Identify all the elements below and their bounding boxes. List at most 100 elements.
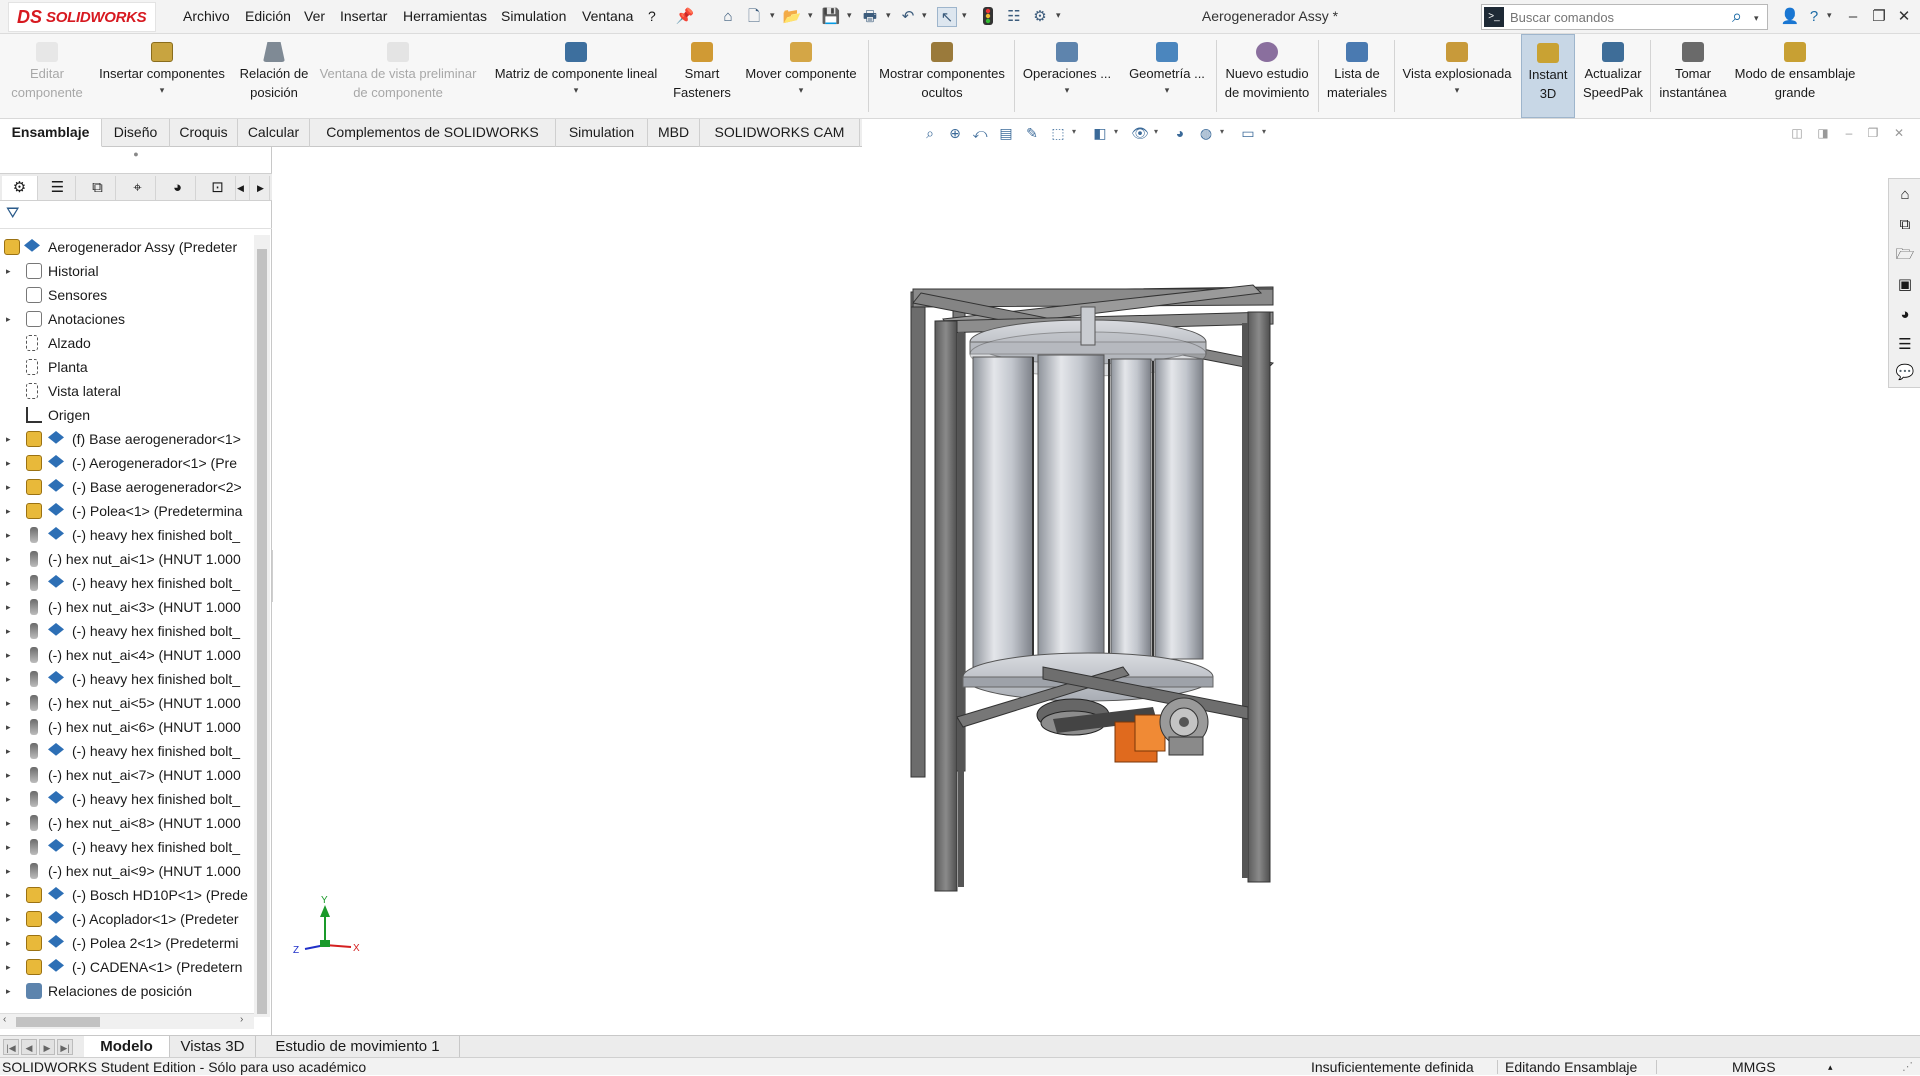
next-tab-icon[interactable]: ▶ — [39, 1039, 55, 1055]
viewport-tile-icon[interactable]: ◨ — [1814, 124, 1832, 142]
tree-item[interactable]: Vista lateral — [0, 379, 254, 403]
tab-mbd[interactable]: MBD — [648, 119, 700, 147]
tree-item[interactable]: ▸ (-) hex nut_ai<3> (HNUT 1.000 — [0, 595, 254, 619]
tree-item[interactable]: ▸ (-) heavy hex finished bolt_ — [0, 619, 254, 643]
units-caret-icon[interactable]: ▴ — [1828, 1058, 1833, 1076]
expand-arrow-icon[interactable]: ▸ — [6, 763, 11, 787]
design-library-icon[interactable]: ⧉ — [1895, 215, 1915, 235]
viewport-collapse-icon[interactable]: ◫ — [1788, 124, 1806, 142]
propertymanager-tab-icon[interactable]: ☰ — [40, 176, 76, 200]
save-icon[interactable]: 💾 — [821, 7, 841, 27]
tree-item[interactable]: Alzado — [0, 331, 254, 355]
tree-filter[interactable]: ⛛ — [0, 201, 272, 229]
units-selector[interactable]: MMGS — [1732, 1058, 1776, 1076]
panel-grip[interactable]: ● — [0, 147, 272, 161]
scroll-right-icon[interactable]: › — [240, 1014, 243, 1025]
expand-arrow-icon[interactable]: ▸ — [6, 595, 11, 619]
scroll-thumb[interactable] — [257, 249, 267, 1014]
close-icon[interactable]: ✕ — [1893, 6, 1915, 28]
tree-item[interactable]: Origen — [0, 403, 254, 427]
configurationmanager-tab-icon[interactable]: ⧉ — [80, 176, 116, 200]
expand-arrow-icon[interactable]: ▸ — [6, 811, 11, 835]
view-orientation-caret-icon[interactable]: ▾ — [1072, 127, 1076, 136]
modo-ensamblaje-grande-button[interactable]: Modo de ensamblaje grande — [1734, 34, 1856, 118]
tree-item[interactable]: ▸ (-) Aerogenerador<1> (Pre — [0, 451, 254, 475]
mostrar-ocultos-button[interactable]: Mostrar componentes ocultos — [872, 34, 1012, 118]
appearances-icon[interactable]: ◕ — [1895, 305, 1915, 325]
search-caret-icon[interactable]: ▾ — [1754, 13, 1759, 24]
displaymanager-tab-icon[interactable]: ◕ — [160, 176, 196, 200]
last-tab-icon[interactable]: ▶| — [57, 1039, 73, 1055]
explode-caret-icon[interactable]: ▾ — [1396, 85, 1518, 95]
geometry-caret-icon[interactable]: ▾ — [1120, 85, 1214, 95]
mover-componente-button[interactable]: Mover componente ▾ — [736, 34, 866, 118]
tab-vistas-3d[interactable]: Vistas 3D — [170, 1036, 256, 1058]
tab-diseno[interactable]: Diseño — [102, 119, 170, 147]
tree-item[interactable]: ▸ (-) hex nut_ai<6> (HNUT 1.000 — [0, 715, 254, 739]
tab-calcular[interactable]: Calcular — [238, 119, 310, 147]
tree-item[interactable]: ▸ (-) Polea<1> (Predetermina — [0, 499, 254, 523]
insertar-componentes-button[interactable]: Insertar componentes ▾ — [92, 34, 232, 118]
smart-fasteners-button[interactable]: Smart Fasteners — [664, 34, 740, 118]
menu-ventana[interactable]: Ventana — [582, 8, 633, 24]
home-icon[interactable]: ⌂ — [718, 7, 738, 27]
solidworks-resources-icon[interactable]: ⌂ — [1895, 185, 1915, 205]
help-caret-icon[interactable]: ▾ — [1827, 10, 1832, 21]
expand-arrow-icon[interactable]: ▸ — [6, 499, 11, 523]
scroll-left-icon[interactable]: ‹ — [3, 1014, 6, 1025]
expand-arrow-icon[interactable]: ▸ — [6, 883, 11, 907]
tree-item[interactable]: ▸ Relaciones de posición — [0, 979, 254, 1003]
search-input[interactable] — [1510, 8, 1720, 26]
select-caret-icon[interactable]: ▾ — [962, 10, 967, 21]
operaciones-button[interactable]: Operaciones ... ▾ — [1018, 34, 1116, 118]
tab-simulation[interactable]: Simulation — [556, 119, 648, 147]
expand-arrow-icon[interactable]: ▸ — [6, 907, 11, 931]
undo-icon[interactable]: ↶ — [898, 7, 918, 27]
tree-item[interactable]: ▸ (-) hex nut_ai<8> (HNUT 1.000 — [0, 811, 254, 835]
expand-arrow-icon[interactable]: ▸ — [6, 931, 11, 955]
wind-turbine-model[interactable]: Y X Z — [273, 147, 1920, 1035]
edit-appearance-icon[interactable]: ◕ — [1170, 124, 1190, 142]
expand-arrow-icon[interactable]: ▸ — [6, 643, 11, 667]
ventana-vista-preliminar-button[interactable]: Ventana de vista preliminar de component… — [316, 34, 480, 118]
minimize-icon[interactable]: – — [1842, 6, 1864, 28]
expand-arrow-icon[interactable]: ▸ — [6, 979, 11, 1003]
scene-caret-icon[interactable]: ▾ — [1220, 127, 1224, 136]
expand-arrow-icon[interactable]: ▸ — [6, 259, 11, 283]
pattern-caret-icon[interactable]: ▾ — [482, 85, 670, 95]
tab-complementos[interactable]: Complementos de SOLIDWORKS — [310, 119, 556, 147]
custom-properties-icon[interactable]: ☰ — [1895, 335, 1915, 355]
view-settings-icon[interactable]: ▭ — [1238, 124, 1258, 142]
scroll-thumb[interactable] — [16, 1017, 100, 1027]
view-palette-icon[interactable]: ▣ — [1895, 275, 1915, 295]
hide-show-items-icon[interactable]: 👁 — [1130, 124, 1150, 142]
expand-arrow-icon[interactable]: ▸ — [6, 451, 11, 475]
zoom-to-area-icon[interactable]: ⊕ — [945, 124, 965, 142]
tree-item[interactable]: ▸ Anotaciones — [0, 307, 254, 331]
tabs-scroll-left-icon[interactable]: ◀ — [232, 176, 250, 200]
file-properties-icon[interactable]: ☷ — [1004, 7, 1024, 27]
display-style-caret-icon[interactable]: ▾ — [1114, 127, 1118, 136]
filter-icon[interactable]: ⛛ — [6, 205, 19, 223]
expand-arrow-icon[interactable]: ▸ — [6, 523, 11, 547]
tree-item[interactable]: ▸ (-) heavy hex finished bolt_ — [0, 787, 254, 811]
menu-insertar[interactable]: Insertar — [340, 8, 387, 24]
tree-item[interactable]: ▸ (-) heavy hex finished bolt_ — [0, 835, 254, 859]
insert-components-caret-icon[interactable]: ▾ — [92, 85, 232, 95]
expand-arrow-icon[interactable]: ▸ — [6, 475, 11, 499]
tree-item[interactable]: ▸ (-) Base aerogenerador<2> — [0, 475, 254, 499]
expand-arrow-icon[interactable]: ▸ — [6, 715, 11, 739]
tab-croquis[interactable]: Croquis — [170, 119, 238, 147]
view-settings-caret-icon[interactable]: ▾ — [1262, 127, 1266, 136]
solidworks-logo[interactable]: DS SOLIDWORKS — [8, 2, 156, 32]
new-document-icon[interactable]: 🗋 — [744, 7, 764, 27]
tree-item[interactable]: ▸ Historial — [0, 259, 254, 283]
expand-arrow-icon[interactable]: ▸ — [6, 859, 11, 883]
menu-simulation[interactable]: Simulation — [501, 8, 566, 24]
tree-item[interactable]: ▸ (-) Bosch HD10P<1> (Prede — [0, 883, 254, 907]
move-caret-icon[interactable]: ▾ — [736, 85, 866, 95]
expand-arrow-icon[interactable]: ▸ — [6, 691, 11, 715]
file-explorer-icon[interactable]: 🗁 — [1895, 245, 1915, 265]
display-style-icon[interactable]: ◧ — [1090, 124, 1110, 142]
tree-item[interactable]: ▸ (f) Base aerogenerador<1> — [0, 427, 254, 451]
